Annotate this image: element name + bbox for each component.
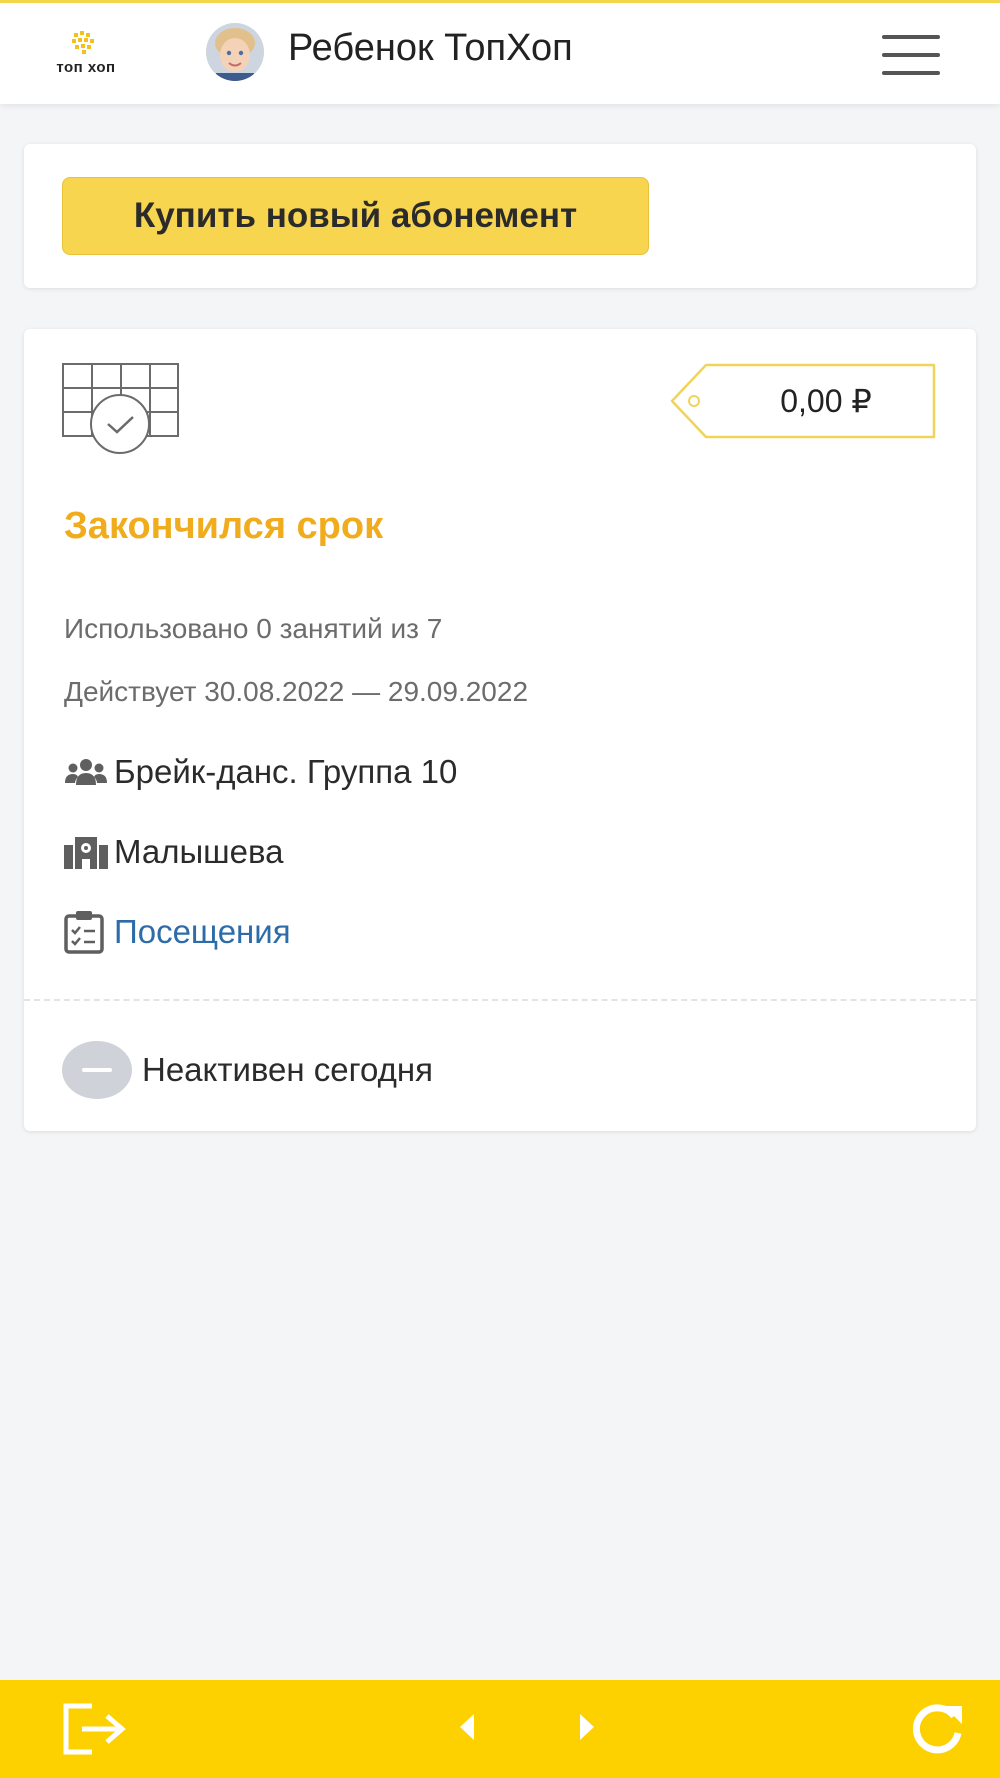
users-group-icon: [64, 752, 114, 792]
building-location-icon: [64, 832, 114, 872]
logout-icon[interactable]: [62, 1702, 130, 1761]
logo-mark-icon: [72, 31, 94, 54]
location-name: Малышева: [114, 833, 284, 870]
bottom-bar: [0, 1680, 1000, 1778]
refresh-icon[interactable]: [908, 1700, 966, 1763]
inactive-minus-icon: [62, 1041, 132, 1099]
avatar[interactable]: [206, 23, 264, 81]
next-arrow-icon[interactable]: [576, 1712, 598, 1747]
price-value: 0,00 ₽: [780, 383, 872, 419]
price-tag: 0,00 ₽: [670, 363, 936, 439]
prev-arrow-icon[interactable]: [456, 1712, 478, 1747]
today-status-text: Неактивен сегодня: [142, 1051, 433, 1088]
logo-text: топ хоп: [56, 59, 116, 76]
calendar-check-icon: [62, 363, 179, 454]
group-row: Брейк-данс. Группа 10: [64, 752, 457, 792]
location-row: Малышева: [64, 832, 284, 872]
hamburger-menu-icon[interactable]: [880, 33, 942, 77]
app-logo[interactable]: топ хоп: [46, 31, 126, 79]
user-name[interactable]: Ребенок ТопХоп: [288, 27, 573, 70]
usage-text: Использовано 0 занятий из 7: [64, 613, 443, 644]
divider: [24, 999, 976, 1001]
child-avatar-icon: [206, 23, 264, 81]
top-bar: топ хоп Ребенок ТопХоп: [0, 0, 1000, 104]
clipboard-checklist-icon: [64, 911, 114, 954]
visits-link[interactable]: Посещения: [114, 913, 291, 951]
validity-text: Действует 30.08.2022 — 29.09.2022: [64, 676, 529, 707]
buy-subscription-card: Купить новый абонемент: [24, 144, 976, 288]
group-name: Брейк-данс. Группа 10: [114, 753, 458, 790]
status-title: Закончился срок: [64, 505, 384, 547]
visits-row[interactable]: Посещения: [64, 911, 291, 954]
buy-new-subscription-button[interactable]: Купить новый абонемент: [62, 177, 649, 255]
subscription-card: 0,00 ₽ Закончился срок Использовано 0 за…: [24, 329, 976, 1131]
